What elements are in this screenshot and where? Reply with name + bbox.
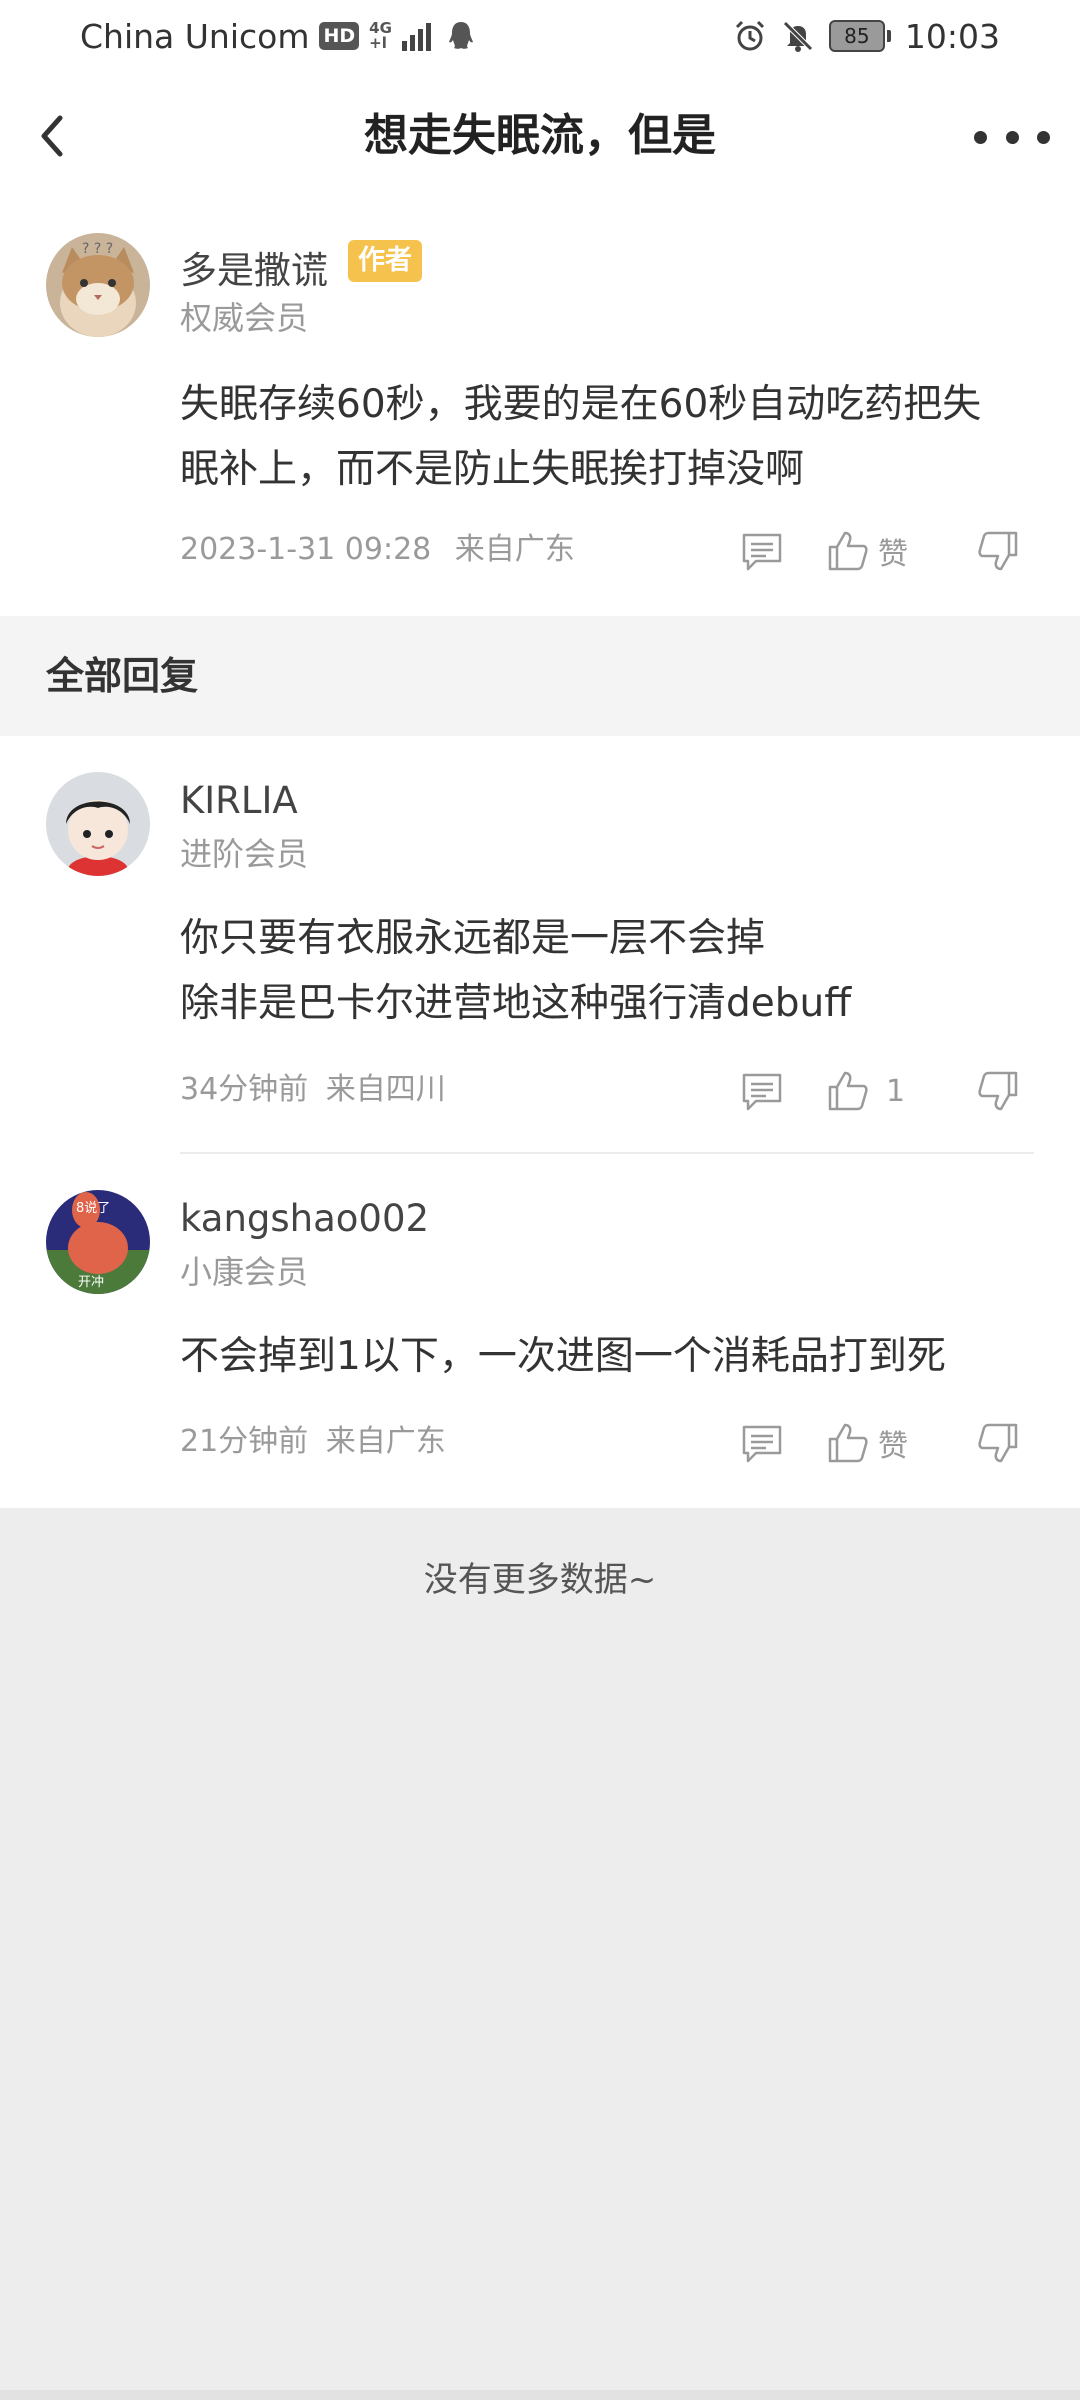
comment-icon [742, 1425, 782, 1463]
clock: 10:03 [904, 16, 1000, 56]
battery-indicator: 85 [828, 20, 891, 52]
thumbs-up-icon [828, 1071, 868, 1111]
avatar-caption-bottom: 开冲 [78, 1275, 104, 1290]
reply-item: 8说了 开冲 kangshao002 小康会员 不会掉到1以下，一次进图一个消耗… [0, 1154, 1080, 1508]
thumbs-down-icon [978, 1423, 1018, 1463]
svg-text:? ? ?: ? ? ? [82, 241, 113, 257]
comment-button[interactable] [740, 1418, 784, 1468]
user-level: 进阶会员 [180, 835, 309, 873]
more-dots-icon [974, 130, 987, 144]
thumbs-up-icon [828, 531, 868, 571]
like-button[interactable]: 赞 [826, 1418, 908, 1468]
reply-content-line: 你只要有衣服永远都是一层不会掉 [180, 916, 766, 961]
main-post: ? ? ? 多是撒谎 作者 权威会员 失眠存续60秒，我要的是在60秒自动吃药把… [0, 200, 1080, 616]
home-indicator [0, 2390, 1080, 2400]
cat-avatar-image: ? ? ? [46, 233, 150, 337]
cartoon-avatar-image [46, 772, 150, 876]
user-name[interactable]: 多是撒谎 [180, 246, 328, 296]
reply-location: 来自四川 [325, 1072, 446, 1107]
comment-icon [742, 533, 782, 571]
alarm-icon [735, 20, 764, 51]
thumbs-up-icon [828, 1423, 868, 1463]
status-left: China Unicom HD 4G +l [80, 16, 476, 56]
comment-button[interactable] [740, 1066, 784, 1116]
nav-bar: 想走失眠流，但是 [0, 72, 1080, 200]
no-more-data: 没有更多数据~ [423, 1560, 657, 1600]
comment-button[interactable] [740, 526, 784, 576]
thumbs-down-icon [978, 1071, 1018, 1111]
post-location: 来自广东 [454, 532, 575, 567]
avatar[interactable] [46, 772, 150, 876]
signal-icon [401, 23, 431, 51]
all-replies-title: 全部回复 [46, 654, 199, 698]
like-label: 赞 [878, 537, 908, 572]
reply-time: 34分钟前 [180, 1072, 309, 1107]
user-name[interactable]: kangshao002 [180, 1194, 429, 1244]
status-bar: China Unicom HD 4G +l 85 10:03 [0, 0, 1080, 72]
reply-time: 21分钟前 [180, 1424, 309, 1459]
avatar[interactable]: 8说了 开冲 [46, 1190, 150, 1294]
like-count: 1 [886, 1073, 906, 1109]
avatar-caption-top: 8说了 [76, 1201, 110, 1216]
qq-icon [448, 22, 473, 49]
user-name[interactable]: KIRLIA [180, 776, 298, 826]
reply-meta: 34分钟前 来自四川 [180, 1068, 446, 1112]
carrier-name: China Unicom [80, 16, 310, 56]
reply-location: 来自广东 [325, 1424, 446, 1459]
author-badge: 作者 [348, 240, 422, 282]
battery-level: 85 [828, 20, 885, 52]
like-label: 赞 [878, 1429, 908, 1464]
post-timestamp: 2023-1-31 09:28 [180, 532, 432, 567]
network-type: 4G +l [369, 19, 392, 52]
hd-badge: HD [319, 22, 360, 50]
all-replies-header: 全部回复 [0, 616, 1080, 736]
user-level: 小康会员 [180, 1253, 309, 1291]
post-content: 失眠存续60秒，我要的是在60秒自动吃药把失眠补上，而不是防止失眠挨打掉没啊 [180, 382, 982, 492]
thumbs-down-icon [978, 531, 1018, 571]
comment-icon [742, 1073, 782, 1111]
reply-content: 不会掉到1以下，一次进图一个消耗品打到死 [180, 1334, 946, 1379]
dislike-button[interactable] [976, 1418, 1020, 1468]
bell-off-icon [783, 21, 813, 52]
dislike-button[interactable] [976, 1066, 1020, 1116]
reply-meta: 21分钟前 来自广东 [180, 1420, 446, 1464]
avatar[interactable]: ? ? ? [46, 233, 150, 337]
gif-avatar-image: 8说了 开冲 [46, 1190, 150, 1294]
more-options-button[interactable] [974, 120, 1050, 154]
status-right: 85 10:03 [733, 16, 1000, 56]
dislike-button[interactable] [976, 526, 1020, 576]
like-button[interactable]: 1 [826, 1066, 905, 1116]
user-level: 权威会员 [180, 299, 309, 337]
page-title: 想走失眠流，但是 [364, 110, 716, 161]
like-button[interactable]: 赞 [826, 526, 908, 576]
reply-content-line: 除非是巴卡尔进营地这种强行清debuff [180, 981, 852, 1026]
post-meta: 2023-1-31 09:28 来自广东 [180, 528, 575, 572]
reply-item: KIRLIA 进阶会员 你只要有衣服永远都是一层不会掉 除非是巴卡尔进营地这种强… [0, 736, 1080, 1154]
reply-content: 你只要有衣服永远都是一层不会掉 除非是巴卡尔进营地这种强行清debuff [180, 906, 1020, 1036]
